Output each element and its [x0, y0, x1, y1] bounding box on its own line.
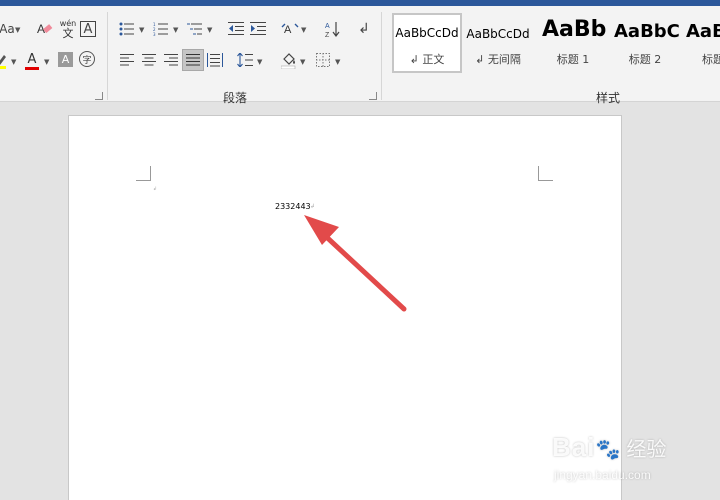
watermark-brand: Bai: [552, 432, 596, 462]
paw-icon: 🐾: [595, 439, 621, 461]
watermark-logo: Bai🐾 经验: [552, 432, 666, 463]
watermark-url: jingyan.baidu.com: [554, 468, 651, 482]
annotation-arrow-icon: [304, 215, 407, 312]
watermark-brand-cn: 经验: [626, 439, 667, 461]
